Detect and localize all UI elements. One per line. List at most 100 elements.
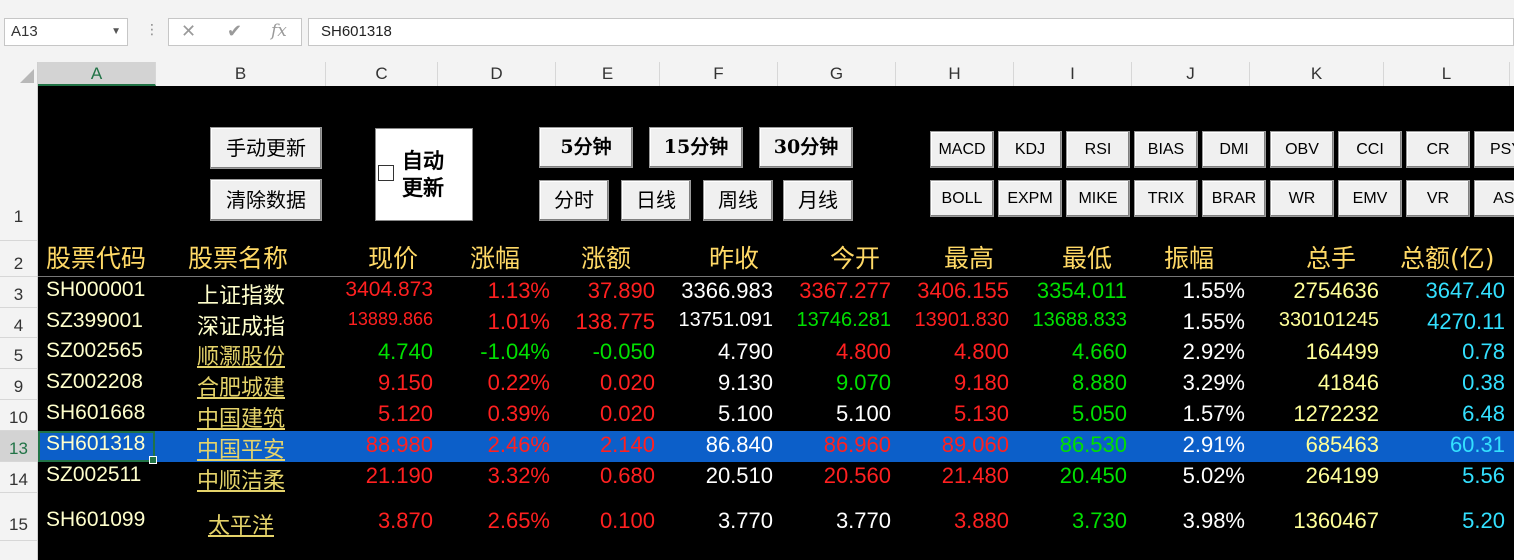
indicator-button-asi[interactable]: ASI — [1474, 180, 1514, 217]
column-header-f[interactable]: F — [660, 62, 778, 86]
cell-open: 4.800 — [835, 339, 891, 364]
cell-low: 3.730 — [1071, 508, 1127, 533]
table-row[interactable]: SZ002565 顺灏股份 4.740 -1.04% -0.050 4.790 4.800 4… — [38, 338, 1514, 370]
cell-pct: 2.65% — [487, 508, 550, 533]
table-row[interactable]: SH601668 中国建筑 5.120 0.39% 0.020 5.100 5.100 5.1… — [38, 400, 1514, 432]
cell-open: 13746.281 — [796, 309, 891, 331]
auto-update-checkbox[interactable] — [378, 165, 394, 181]
indicator-button-cr[interactable]: CR — [1406, 131, 1470, 168]
row-header-15[interactable]: 15 — [0, 493, 37, 541]
cell-pct: 2.46% — [487, 432, 550, 457]
column-header-j[interactable]: J — [1132, 62, 1250, 86]
row-header-1[interactable]: 1 — [0, 86, 37, 241]
indicator-button-macd[interactable]: MACD — [930, 131, 994, 168]
cancel-icon[interactable]: ✕ — [181, 21, 196, 42]
enter-icon[interactable]: ✔ — [227, 21, 242, 42]
cell-prev: 5.100 — [717, 401, 773, 426]
15min-button[interactable]: 15分钟 — [649, 127, 743, 168]
header-low: 最低 — [1062, 244, 1113, 273]
table-row[interactable]: SH000001 上证指数 3404.873 1.13% 37.890 3366.983 3… — [38, 277, 1514, 309]
cell-amp: 1.57% — [1182, 401, 1245, 426]
clear-data-button[interactable]: 清除数据 — [210, 179, 322, 221]
indicator-button-boll[interactable]: BOLL — [930, 180, 994, 217]
cell-high: 3406.155 — [917, 278, 1009, 303]
cell-chg: 138.775 — [575, 309, 655, 334]
table-row[interactable]: SZ399001 深证成指 13889.866 1.01% 138.775 13751.0… — [38, 308, 1514, 340]
column-header-i[interactable]: I — [1014, 62, 1132, 86]
indicator-button-mike[interactable]: MIKE — [1066, 180, 1130, 217]
chevron-down-icon[interactable]: ▼ — [111, 19, 121, 45]
header-name: 股票名称 — [188, 244, 289, 273]
indicator-button-emv[interactable]: EMV — [1338, 180, 1402, 217]
row-header-9[interactable]: 9 — [0, 369, 37, 400]
cell-high: 13901.830 — [914, 309, 1009, 331]
row-header-14[interactable]: 14 — [0, 462, 37, 493]
indicator-button-cci[interactable]: CCI — [1338, 131, 1402, 168]
column-header-e[interactable]: E — [556, 62, 660, 86]
select-all-corner[interactable] — [0, 62, 38, 86]
indicator-button-obv[interactable]: OBV — [1270, 131, 1334, 168]
cell-chg: 0.100 — [599, 508, 655, 533]
table-row[interactable]: SH601318 中国平安 88.980 2.46% 2.140 86.840 86.960… — [38, 431, 1514, 464]
header-open: 今开 — [830, 244, 881, 273]
indicator-button-vr[interactable]: VR — [1406, 180, 1470, 217]
row-header-4[interactable]: 4 — [0, 308, 37, 338]
column-header-c[interactable]: C — [326, 62, 438, 86]
cell-name: 中国平安 — [196, 438, 285, 463]
worksheet-grid[interactable]: 手动更新 清除数据 自动更新 5分钟 15分钟 30分钟 分时 日线 周线 月线… — [38, 86, 1514, 560]
name-box[interactable]: A13 ▼ — [4, 18, 128, 46]
table-row[interactable]: SZ002208 合肥城建 9.150 0.22% 0.020 9.130 9.070 9.1… — [38, 369, 1514, 401]
indicator-button-bias[interactable]: BIAS — [1134, 131, 1198, 168]
column-header-l[interactable]: L — [1384, 62, 1510, 86]
manual-update-button[interactable]: 手动更新 — [210, 127, 322, 169]
function-icon[interactable]: fx — [271, 21, 287, 41]
column-header-k[interactable]: K — [1250, 62, 1384, 86]
row-header-10[interactable]: 10 — [0, 400, 37, 431]
indicator-button-rsi[interactable]: RSI — [1066, 131, 1130, 168]
monthly-button[interactable]: 月线 — [783, 180, 853, 221]
cell-code: SH601668 — [46, 401, 146, 424]
row-header-5[interactable]: 5 — [0, 338, 37, 369]
header-code: 股票代码 — [46, 244, 147, 273]
auto-update-control[interactable]: 自动更新 — [375, 128, 473, 221]
cell-low: 4.660 — [1071, 339, 1127, 364]
cell-price: 3404.873 — [345, 278, 433, 301]
daily-button[interactable]: 日线 — [621, 180, 691, 221]
indicator-button-kdj[interactable]: KDJ — [998, 131, 1062, 168]
column-header-a[interactable]: A — [38, 62, 156, 86]
30min-button[interactable]: 30分钟 — [759, 127, 853, 168]
row-header-3[interactable]: 3 — [0, 277, 37, 308]
indicator-button-trix[interactable]: TRIX — [1134, 180, 1198, 217]
table-row[interactable]: SH601099 太平洋 3.870 2.65% 0.100 3.770 3.770 3.88… — [38, 493, 1514, 560]
row-header-13[interactable]: 13 — [0, 431, 37, 462]
cell-low: 13688.833 — [1032, 309, 1127, 331]
indicator-button-dmi[interactable]: DMI — [1202, 131, 1266, 168]
cell-price: 3.870 — [377, 508, 433, 533]
cell-amp: 5.02% — [1182, 463, 1245, 488]
table-row[interactable]: SZ002511 中顺洁柔 21.190 3.32% 0.680 20.510 20.560… — [38, 462, 1514, 494]
indicator-button-expm[interactable]: EXPM — [998, 180, 1062, 217]
formula-input[interactable]: SH601318 — [308, 18, 1514, 46]
row-header-2[interactable]: 2 — [0, 241, 37, 277]
cell-open: 20.560 — [823, 463, 891, 488]
indicator-button-brar[interactable]: BRAR — [1202, 180, 1266, 217]
weekly-button[interactable]: 周线 — [703, 180, 773, 221]
cell-amp: 2.91% — [1182, 432, 1245, 457]
cell-pct: -1.04% — [480, 339, 550, 364]
cell-open: 86.960 — [823, 432, 891, 457]
column-header-g[interactable]: G — [778, 62, 896, 86]
cell-chg: 0.020 — [599, 370, 655, 395]
indicator-button-psy[interactable]: PSY — [1474, 131, 1514, 168]
cell-price: 21.190 — [365, 463, 433, 488]
5min-button[interactable]: 5分钟 — [539, 127, 633, 168]
cell-open: 3367.277 — [799, 278, 891, 303]
cell-code: SZ399001 — [46, 309, 143, 332]
column-header-d[interactable]: D — [438, 62, 556, 86]
column-header-b[interactable]: B — [156, 62, 326, 86]
timeshare-button[interactable]: 分时 — [539, 180, 609, 221]
indicator-button-wr[interactable]: WR — [1270, 180, 1334, 217]
column-header-h[interactable]: H — [896, 62, 1014, 86]
cell-vol: 264199 — [1305, 463, 1379, 488]
cell-pct: 0.39% — [487, 401, 550, 426]
cell-vol: 1360467 — [1293, 508, 1379, 533]
